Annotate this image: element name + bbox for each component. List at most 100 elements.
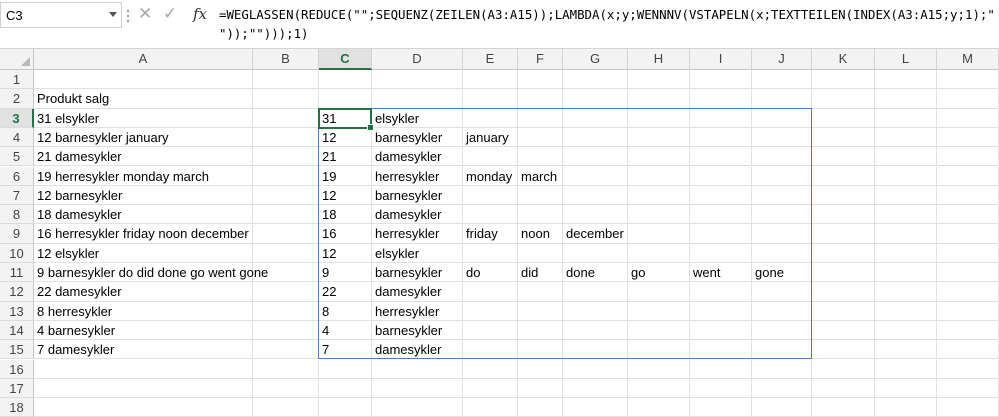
- cell-m14[interactable]: [937, 320, 999, 341]
- enter-icon[interactable]: ✓: [163, 4, 177, 24]
- cell-k11[interactable]: [812, 263, 875, 283]
- cell-c15[interactable]: 7: [319, 340, 372, 360]
- cell-l2[interactable]: [875, 89, 937, 109]
- cell-f9[interactable]: noon: [518, 224, 563, 244]
- cell-a9[interactable]: 16 herresykler friday noon december: [34, 224, 253, 244]
- cell-d14[interactable]: barnesykler: [372, 320, 463, 341]
- column-header-d[interactable]: D: [372, 49, 463, 70]
- cell-m11[interactable]: [937, 263, 999, 283]
- cell-j2[interactable]: [752, 89, 812, 109]
- cell-j7[interactable]: [752, 185, 812, 206]
- cell-b10[interactable]: [253, 243, 319, 263]
- cell-c6[interactable]: 19: [319, 166, 372, 186]
- column-header-e[interactable]: E: [463, 49, 518, 70]
- cell-e3[interactable]: [463, 108, 518, 128]
- cell-f13[interactable]: [518, 301, 563, 321]
- cell-m17[interactable]: [937, 378, 999, 399]
- cell-h9[interactable]: [628, 224, 690, 244]
- column-header-a[interactable]: A: [34, 49, 253, 70]
- cell-b5[interactable]: [253, 147, 319, 167]
- cell-g13[interactable]: [563, 301, 628, 321]
- cell-h16[interactable]: [628, 359, 690, 379]
- cell-a11[interactable]: 9 barnesykler do did done go went gone: [34, 263, 268, 283]
- cell-l6[interactable]: [875, 166, 937, 186]
- cell-g9[interactable]: december: [563, 224, 628, 244]
- column-header-f[interactable]: F: [518, 49, 563, 70]
- cell-i5[interactable]: [690, 147, 752, 167]
- cell-h17[interactable]: [628, 378, 690, 399]
- cell-g15[interactable]: [563, 340, 628, 360]
- cell-a10[interactable]: 12 elsykler: [34, 243, 253, 263]
- cell-d17[interactable]: [372, 378, 463, 399]
- cell-h15[interactable]: [628, 340, 690, 360]
- cell-c1[interactable]: [319, 70, 372, 90]
- cell-g12[interactable]: [563, 282, 628, 302]
- cell-b16[interactable]: [253, 359, 319, 379]
- cell-i14[interactable]: [690, 320, 752, 341]
- cell-k8[interactable]: [812, 205, 875, 225]
- cell-b6[interactable]: [253, 166, 319, 186]
- cell-g7[interactable]: [563, 185, 628, 206]
- cell-j10[interactable]: [752, 243, 812, 263]
- cell-c7[interactable]: 12: [319, 185, 372, 206]
- row-header-16[interactable]: 16: [0, 359, 34, 379]
- cell-i12[interactable]: [690, 282, 752, 302]
- cell-d7[interactable]: barnesykler: [372, 185, 463, 206]
- cell-b9[interactable]: [253, 224, 319, 244]
- cell-f7[interactable]: [518, 185, 563, 206]
- cell-b7[interactable]: [253, 185, 319, 206]
- cell-d13[interactable]: herresykler: [372, 301, 463, 321]
- column-header-j[interactable]: J: [752, 49, 812, 70]
- cell-c18[interactable]: [319, 398, 372, 417]
- cell-e4[interactable]: january: [463, 127, 518, 148]
- row-header-13[interactable]: 13: [0, 301, 34, 321]
- cell-l13[interactable]: [875, 301, 937, 321]
- cell-d15[interactable]: damesykler: [372, 340, 463, 360]
- cell-i8[interactable]: [690, 205, 752, 225]
- cell-c14[interactable]: 4: [319, 320, 372, 341]
- cell-m15[interactable]: [937, 340, 999, 360]
- cell-m3[interactable]: [937, 108, 999, 128]
- cell-c3[interactable]: 31: [319, 108, 372, 128]
- cell-l1[interactable]: [875, 70, 937, 90]
- cell-c5[interactable]: 21: [319, 147, 372, 167]
- cell-i4[interactable]: [690, 127, 752, 148]
- cell-i11[interactable]: went: [690, 263, 752, 283]
- cell-h18[interactable]: [628, 398, 690, 417]
- cell-g11[interactable]: done: [563, 263, 628, 283]
- row-header-5[interactable]: 5: [0, 147, 34, 167]
- cell-b3[interactable]: [253, 108, 319, 128]
- cell-j9[interactable]: [752, 224, 812, 244]
- cell-d11[interactable]: barnesykler: [372, 263, 463, 283]
- row-header-18[interactable]: 18: [0, 398, 34, 417]
- cell-f5[interactable]: [518, 147, 563, 167]
- cell-a16[interactable]: [34, 359, 253, 379]
- cell-e6[interactable]: monday: [463, 166, 518, 186]
- cell-k13[interactable]: [812, 301, 875, 321]
- cell-h7[interactable]: [628, 185, 690, 206]
- cell-h13[interactable]: [628, 301, 690, 321]
- cell-j12[interactable]: [752, 282, 812, 302]
- cell-f14[interactable]: [518, 320, 563, 341]
- cell-j1[interactable]: [752, 70, 812, 90]
- cell-j5[interactable]: [752, 147, 812, 167]
- cell-a17[interactable]: [34, 378, 253, 399]
- cell-i6[interactable]: [690, 166, 752, 186]
- cell-a7[interactable]: 12 barnesykler: [34, 185, 253, 206]
- cell-d18[interactable]: [372, 398, 463, 417]
- row-header-2[interactable]: 2: [0, 89, 34, 109]
- column-header-m[interactable]: M: [937, 49, 999, 70]
- cell-l18[interactable]: [875, 398, 937, 417]
- cell-h4[interactable]: [628, 127, 690, 148]
- cell-a3[interactable]: 31 elsykler: [34, 108, 253, 128]
- cell-b8[interactable]: [253, 205, 319, 225]
- column-header-h[interactable]: H: [628, 49, 690, 70]
- cell-h10[interactable]: [628, 243, 690, 263]
- cell-m5[interactable]: [937, 147, 999, 167]
- cell-g1[interactable]: [563, 70, 628, 90]
- cell-a18[interactable]: [34, 398, 253, 417]
- row-header-4[interactable]: 4: [0, 127, 34, 148]
- row-header-8[interactable]: 8: [0, 205, 34, 225]
- cell-c10[interactable]: 12: [319, 243, 372, 263]
- cell-b12[interactable]: [253, 282, 319, 302]
